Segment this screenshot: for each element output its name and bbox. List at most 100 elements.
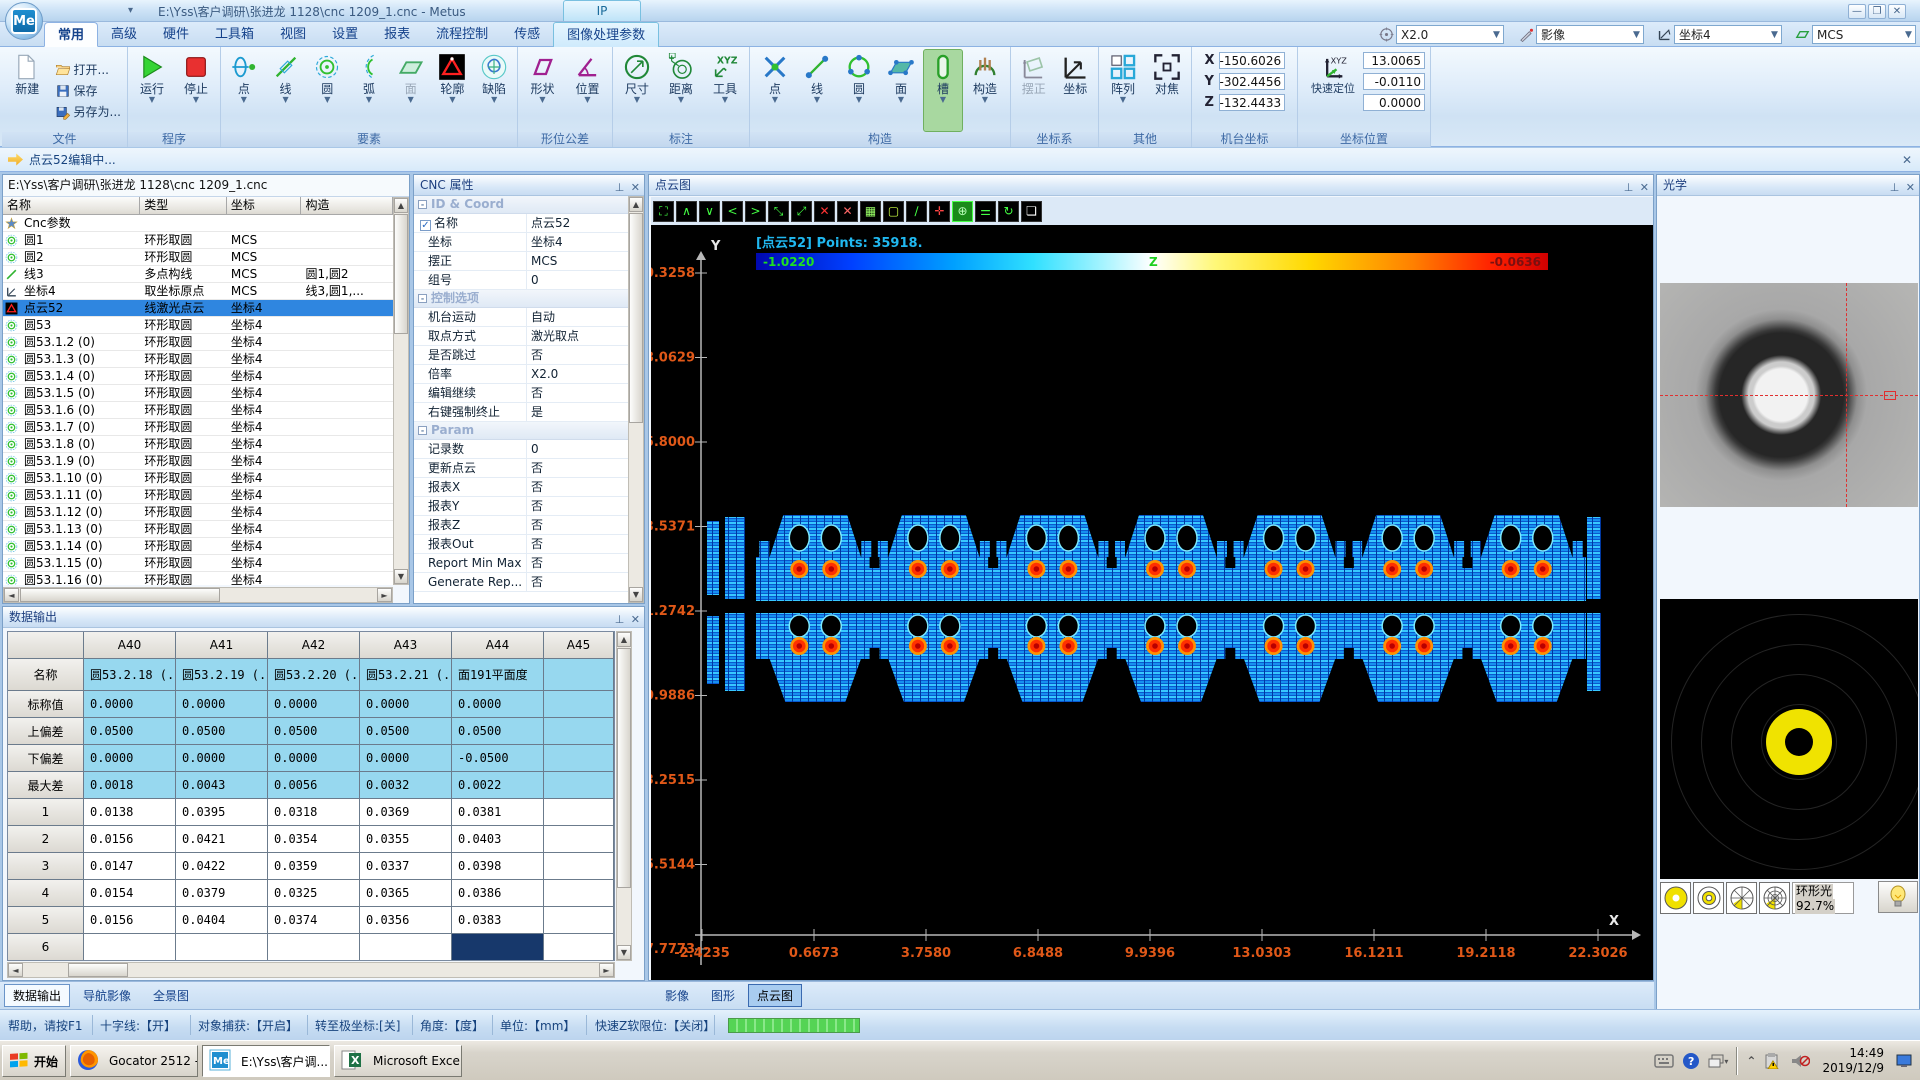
data-cell[interactable]: 0.0000 [360,691,452,717]
data-column-header-A41[interactable]: A41 [176,632,268,658]
data-row-label[interactable]: 名称 [8,659,84,690]
data-cell[interactable]: 0.0381 [452,799,544,825]
close-icon[interactable]: ✕ [631,610,640,630]
data-cell[interactable]: 0.0500 [452,718,544,744]
button-轮廓[interactable]: 轮廓▼ [433,49,473,132]
cnc-row-右键强制终止[interactable]: 右键强制终止是 [414,403,628,422]
coord-value[interactable]: 0.0000 [1363,94,1425,111]
data-cell[interactable] [544,659,614,690]
button-位置[interactable]: 位置▼ [566,49,609,132]
locate-point-icon[interactable]: ✛ [929,201,950,222]
cnc-value[interactable]: X2.0 [526,365,628,383]
data-column-header-A44[interactable]: A44 [452,632,544,658]
data-cell[interactable] [544,907,614,933]
tree-row-圆53[interactable]: 圆53环形取圆坐标4 [3,317,393,334]
data-row-label[interactable]: 6 [8,934,84,960]
data-cell[interactable]: 0.0500 [360,718,452,744]
cnc-value[interactable]: 坐标4 [526,233,628,251]
data-horizontal-scrollbar[interactable]: ◄ ► [7,962,615,978]
cnc-row-更新点云[interactable]: 更新点云否 [414,459,628,478]
data-cell[interactable]: 0.0000 [268,745,360,771]
restore-button[interactable]: ❐ [1868,4,1886,19]
data-cell[interactable]: 0.0369 [360,799,452,825]
delete-all-icon[interactable]: ✕ [837,201,858,222]
scroll-thumb[interactable] [629,213,643,423]
data-row-label[interactable]: 3 [8,853,84,879]
tree-row-坐标4[interactable]: 坐标4取坐标原点MCS线3,圆1,... [3,283,393,300]
tree-row-圆53.1.3 (0)[interactable]: 圆53.1.3 (0)环形取圆坐标4 [3,351,393,368]
speaker-muted-icon[interactable] [1790,1053,1810,1069]
data-cell[interactable]: 0.0032 [360,772,452,798]
keyboard-icon[interactable] [1654,1054,1674,1068]
select-box-icon[interactable]: ▦ [860,201,881,222]
window-layout-icon[interactable]: ▾ [1708,1054,1728,1068]
data-cell[interactable]: 0.0422 [176,853,268,879]
pan-down-icon[interactable]: ∨ [699,201,720,222]
data-cell[interactable]: 0.0337 [360,853,452,879]
cnc-value[interactable]: 否 [526,573,628,591]
tree-row-圆53.1.6 (0)[interactable]: 圆53.1.6 (0)环形取圆坐标4 [3,402,393,419]
full-ring-light-button[interactable] [1660,882,1691,914]
close-icon[interactable]: ✕ [1906,178,1915,198]
data-row-label[interactable]: 1 [8,799,84,825]
cnc-value[interactable]: 否 [526,459,628,477]
tree-column-header-构造[interactable]: 构造 [301,197,393,215]
cnc-row-报表X[interactable]: 报表X否 [414,478,628,497]
tab-流程控制[interactable]: 流程控制 [423,22,501,47]
data-cell[interactable] [544,772,614,798]
tree-row-圆2[interactable]: 圆2环形取圆MCS [3,249,393,266]
button-对焦[interactable]: 对焦 [1146,49,1188,132]
tab-视图[interactable]: 视图 [267,22,319,47]
rotate-ccw-icon[interactable]: ⤡ [768,201,789,222]
cnc-value[interactable]: 激光取点 [526,327,628,345]
pan-left-icon[interactable]: < [722,201,743,222]
image-select[interactable]: 影像▼ [1536,25,1644,44]
button-保存[interactable]: 保存 [51,80,125,101]
cnc-row-是否跳过[interactable]: 是否跳过否 [414,346,628,365]
data-cell[interactable]: -0.0500 [452,745,544,771]
tree-row-圆53.1.10 (0)[interactable]: 圆53.1.10 (0)环形取圆坐标4 [3,470,393,487]
cnc-value[interactable]: 否 [526,478,628,496]
mcs-select[interactable]: MCS▼ [1812,25,1916,44]
tab-传感[interactable]: 传感 [501,22,553,47]
data-cell[interactable]: 0.0404 [176,907,268,933]
cnc-value[interactable]: 0 [526,440,628,458]
data-cell[interactable]: 0.0056 [268,772,360,798]
data-cell[interactable]: 圆53.2.21 (... [360,659,452,690]
cnc-row-取点方式[interactable]: 取点方式激光取点 [414,327,628,346]
pin-icon[interactable] [1624,178,1634,190]
scroll-down-arrow[interactable]: ▼ [394,569,408,584]
sector-wheel-light-button[interactable] [1726,882,1757,914]
data-cell[interactable]: 0.0138 [84,799,176,825]
start-button[interactable]: 开始 [2,1045,66,1077]
cnc-value[interactable]: 否 [526,384,628,402]
coord-value[interactable]: -0.0110 [1363,73,1425,90]
coord-value[interactable]: 13.0065 [1363,52,1425,69]
data-cell[interactable] [452,934,544,960]
data-cell[interactable]: 0.0421 [176,826,268,852]
contextual-tab-header[interactable]: IP Parameter [563,0,641,21]
donut-light-button[interactable] [1693,882,1724,914]
data-cell[interactable]: 0.0318 [268,799,360,825]
data-cell[interactable]: 0.0386 [452,880,544,906]
app-logo[interactable]: Me [5,2,43,40]
data-cell[interactable]: 0.0355 [360,826,452,852]
data-cell[interactable] [544,853,614,879]
tray-warning-icon[interactable] [1764,1053,1782,1069]
pick-point-icon[interactable]: ⊕ [952,201,973,222]
button-面[interactable]: 面▼ [391,49,431,132]
tab-报表[interactable]: 报表 [371,22,423,47]
scroll-thumb[interactable] [394,214,408,334]
button-线[interactable]: 线▼ [266,49,306,132]
data-cell[interactable]: 0.0500 [176,718,268,744]
data-row-label[interactable]: 标称值 [8,691,84,717]
button-停止[interactable]: 停止▼ [175,49,217,132]
cnc-section-Param[interactable]: -Param [414,422,628,440]
data-cell[interactable] [544,718,614,744]
data-cell[interactable]: 0.0365 [360,880,452,906]
coord-select[interactable]: 坐标4▼ [1674,25,1782,44]
pan-right-icon[interactable]: > [745,201,766,222]
button-线[interactable]: 线▼ [797,49,837,132]
button-工具[interactable]: XYZ工具▼ [704,49,746,132]
data-row-label[interactable]: 4 [8,880,84,906]
